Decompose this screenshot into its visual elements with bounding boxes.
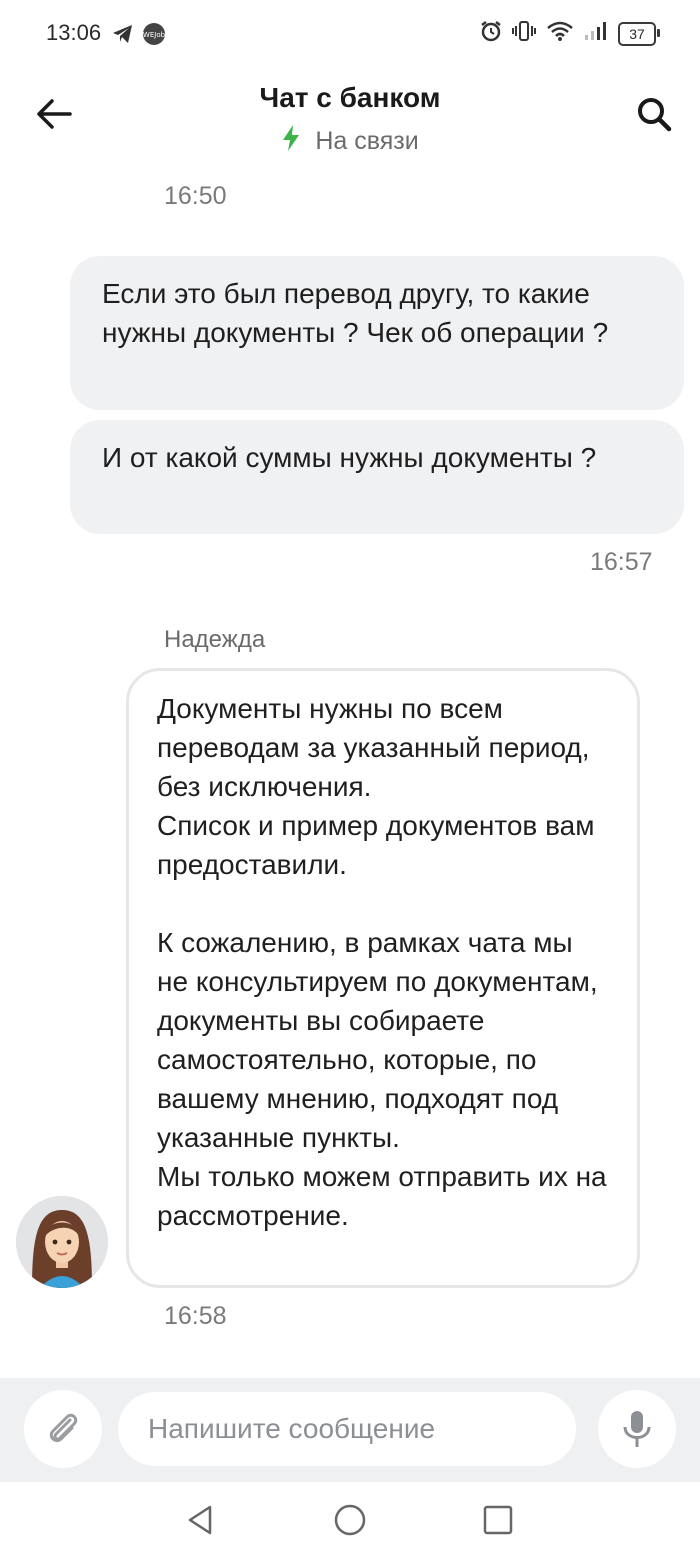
wifi-icon <box>546 20 574 47</box>
nav-recents-button[interactable] <box>478 1500 518 1540</box>
microphone-icon <box>623 1411 651 1447</box>
home-circle-icon <box>334 1504 366 1536</box>
search-icon <box>638 98 672 132</box>
message-timestamp: 16:58 <box>164 1302 227 1330</box>
nav-home-button[interactable] <box>330 1500 370 1540</box>
battery-icon: 37 <box>618 21 660 46</box>
chat-header: Чат с банком На связи <box>0 68 700 178</box>
incoming-message[interactable]: Документы нужны по всем переводам за ука… <box>126 668 640 1288</box>
status-time: 13:06 <box>46 20 102 45</box>
search-button[interactable] <box>632 92 676 136</box>
message-input[interactable] <box>118 1392 576 1466</box>
recents-square-icon <box>483 1505 513 1535</box>
avatar[interactable] <box>16 1196 108 1288</box>
page-title: Чат с банком <box>259 82 441 113</box>
message-composer <box>0 1378 700 1482</box>
outgoing-message[interactable]: И от какой суммы нужны документы ? <box>70 420 684 534</box>
paperclip-icon <box>49 1413 78 1443</box>
message-timestamp: 16:50 <box>164 182 227 210</box>
telegram-icon <box>112 24 134 49</box>
message-timestamp: 16:57 <box>590 548 653 576</box>
alarm-icon <box>480 20 502 47</box>
back-triangle-icon <box>188 1505 212 1535</box>
lightning-icon <box>281 124 301 159</box>
online-status: На связи <box>0 124 700 159</box>
notification-badge-icon: WEJob <box>142 22 166 51</box>
outgoing-message[interactable]: Если это был перевод другу, то какие нуж… <box>70 256 684 410</box>
status-bar: 13:06 WEJob 37 <box>0 0 700 68</box>
microphone-button[interactable] <box>598 1390 676 1468</box>
svg-text:WEJob: WEJob <box>143 31 166 39</box>
nav-back-button[interactable] <box>180 1500 220 1540</box>
signal-icon <box>584 21 608 46</box>
attach-button[interactable] <box>24 1390 102 1468</box>
sender-name: Надежда <box>164 626 266 653</box>
system-navigation-bar <box>0 1482 700 1556</box>
online-status-label: На связи <box>315 127 419 155</box>
vibrate-icon <box>512 20 536 47</box>
